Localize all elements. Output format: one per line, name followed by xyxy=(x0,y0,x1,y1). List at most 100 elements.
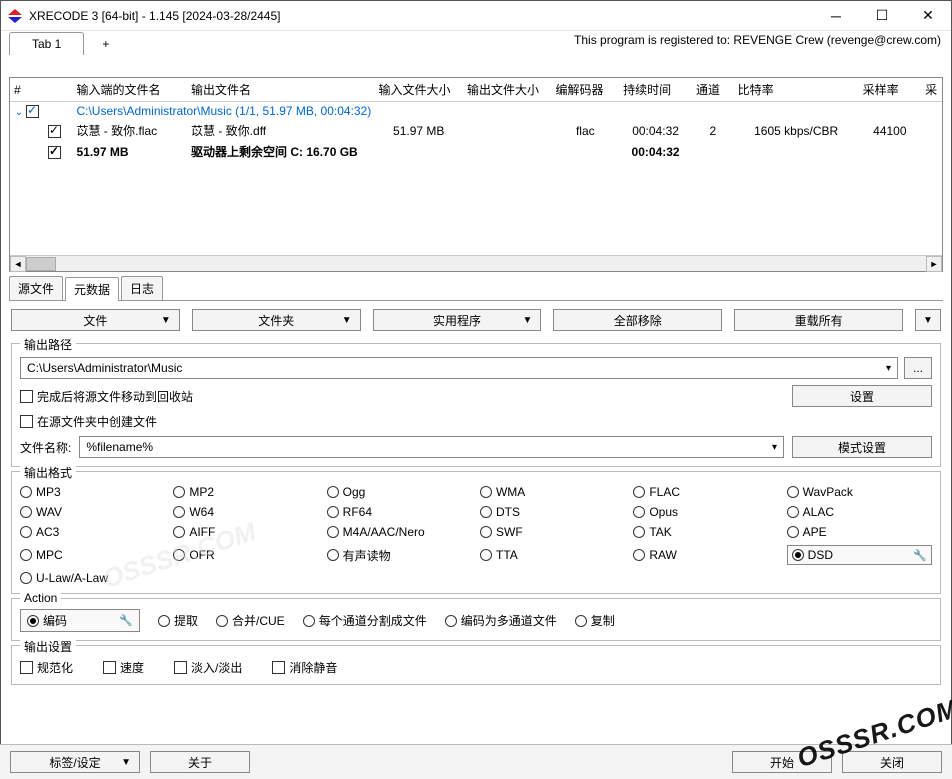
col-channels[interactable]: 通道 xyxy=(692,78,734,102)
dropdown-icon[interactable]: ▾ xyxy=(772,442,777,453)
col-input-size[interactable]: 输入文件大小 xyxy=(374,78,463,102)
format-radio-tta[interactable]: TTA xyxy=(480,545,625,565)
format-radio-aiff[interactable]: AIFF xyxy=(173,525,318,539)
create-in-src-checkbox[interactable] xyxy=(20,415,33,428)
pattern-settings-button[interactable]: 模式设置 xyxy=(792,436,932,458)
format-radio-swf[interactable]: SWF xyxy=(480,525,625,539)
format-label: ALAC xyxy=(803,505,834,519)
move-recycle-checkbox[interactable] xyxy=(20,390,33,403)
tree-collapse-icon[interactable]: ⌄ xyxy=(14,107,24,118)
more-button[interactable]: ▼ xyxy=(915,309,941,331)
action-radio-提取[interactable]: 提取 xyxy=(158,612,198,629)
dropdown-icon[interactable]: ▾ xyxy=(886,363,891,374)
remove-all-button[interactable]: 全部移除 xyxy=(553,309,722,331)
wrench-icon[interactable]: 🔧 xyxy=(119,614,133,627)
action-radio-复制[interactable]: 复制 xyxy=(575,612,615,629)
format-label: Opus xyxy=(649,505,678,519)
browse-button[interactable]: ... xyxy=(904,357,932,379)
col-output-size[interactable]: 输出文件大小 xyxy=(463,78,552,102)
format-radio-[interactable]: 有声读物 xyxy=(327,545,472,565)
checkbox-icon[interactable] xyxy=(103,661,116,674)
format-radio-dsd[interactable]: DSD🔧 xyxy=(787,545,932,565)
subtab-source[interactable]: 源文件 xyxy=(9,276,63,300)
col-extra[interactable]: 采 xyxy=(921,78,942,102)
horizontal-scrollbar[interactable]: ◄ ► xyxy=(10,255,942,271)
format-radio-mpc[interactable]: MPC xyxy=(20,545,165,565)
tab-1[interactable]: Tab 1 xyxy=(9,32,84,55)
subtab-log[interactable]: 日志 xyxy=(121,276,163,300)
radio-icon xyxy=(480,506,492,518)
about-button[interactable]: 关于 xyxy=(150,751,250,773)
reload-all-button[interactable]: 重载所有 xyxy=(734,309,903,331)
format-radio-m4aaacnero[interactable]: M4A/AAC/Nero xyxy=(327,525,472,539)
format-radio-wma[interactable]: WMA xyxy=(480,485,625,499)
col-input-fname[interactable]: 输入端的文件名 xyxy=(72,78,187,102)
settings-button[interactable]: 设置 xyxy=(792,385,932,407)
action-radio-编码为多通道文件[interactable]: 编码为多通道文件 xyxy=(445,612,557,629)
action-radio-每个通道分割成文件[interactable]: 每个通道分割成文件 xyxy=(303,612,427,629)
format-radio-ulaw[interactable] xyxy=(20,572,32,584)
format-radio-w64[interactable]: W64 xyxy=(173,505,318,519)
output-path-input[interactable]: C:\Users\Administrator\Music▾ xyxy=(20,357,898,379)
format-radio-ape[interactable]: APE xyxy=(787,525,932,539)
file-out-name: 苡慧 - 致你.dff xyxy=(187,120,374,141)
format-radio-raw[interactable]: RAW xyxy=(633,545,778,565)
summary-checkbox[interactable] xyxy=(48,146,61,159)
checkbox-icon[interactable] xyxy=(20,661,33,674)
format-radio-tak[interactable]: TAK xyxy=(633,525,778,539)
checkbox-icon[interactable] xyxy=(174,661,187,674)
col-codec[interactable]: 编解码器 xyxy=(551,78,619,102)
format-radio-dts[interactable]: DTS xyxy=(480,505,625,519)
format-radio-alac[interactable]: ALAC xyxy=(787,505,932,519)
format-radio-mp2[interactable]: MP2 xyxy=(173,485,318,499)
minimize-button[interactable]: ─ xyxy=(813,1,859,31)
utility-button[interactable]: 实用程序▼ xyxy=(373,309,542,331)
radio-icon xyxy=(633,526,645,538)
output-path-label: 输出路径 xyxy=(20,336,76,353)
format-radio-ac3[interactable]: AC3 xyxy=(20,525,165,539)
outset-checkbox-消除静音[interactable]: 消除静音 xyxy=(272,659,337,676)
format-radio-wavpack[interactable]: WavPack xyxy=(787,485,932,499)
filename-pattern-input[interactable]: %filename%▾ xyxy=(79,436,784,458)
file-grid[interactable]: # 输入端的文件名 输出文件名 输入文件大小 输出文件大小 编解码器 持续时间 … xyxy=(9,77,943,272)
format-radio-ofr[interactable]: OFR xyxy=(173,545,318,565)
folder-button[interactable]: 文件夹▼ xyxy=(192,309,361,331)
tags-settings-button[interactable]: 标签/设定▼ xyxy=(10,751,140,773)
close-button[interactable]: 关闭 xyxy=(842,751,942,773)
format-radio-flac[interactable]: FLAC xyxy=(633,485,778,499)
col-samplerate[interactable]: 采样率 xyxy=(859,78,921,102)
file-button[interactable]: 文件▼ xyxy=(11,309,180,331)
format-radio-mp3[interactable]: MP3 xyxy=(20,485,165,499)
format-radio-wav[interactable]: WAV xyxy=(20,505,165,519)
outset-label: 消除静音 xyxy=(289,659,337,676)
col-bitrate[interactable]: 比特率 xyxy=(734,78,859,102)
scroll-thumb[interactable] xyxy=(26,257,56,271)
col-duration[interactable]: 持续时间 xyxy=(619,78,692,102)
wrench-icon[interactable]: 🔧 xyxy=(913,549,927,562)
start-button[interactable]: 开始 xyxy=(732,751,832,773)
format-radio-rf64[interactable]: RF64 xyxy=(327,505,472,519)
format-radio-opus[interactable]: Opus xyxy=(633,505,778,519)
action-radio-编码[interactable]: 编码🔧 xyxy=(20,609,140,632)
subtab-metadata[interactable]: 元数据 xyxy=(65,277,119,301)
scroll-right-icon[interactable]: ► xyxy=(926,256,942,272)
col-output-fname[interactable]: 输出文件名 xyxy=(187,78,374,102)
outset-checkbox-规范化[interactable]: 规范化 xyxy=(20,659,73,676)
outset-checkbox-淡入/淡出[interactable]: 淡入/淡出 xyxy=(174,659,242,676)
folder-row[interactable]: ⌄ C:\Users\Administrator\Music (1/1, 51.… xyxy=(10,102,942,121)
maximize-button[interactable]: ☐ xyxy=(859,1,905,31)
col-num[interactable]: # xyxy=(10,78,72,102)
folder-checkbox[interactable] xyxy=(26,105,39,118)
scroll-left-icon[interactable]: ◄ xyxy=(10,256,26,272)
radio-icon xyxy=(787,526,799,538)
checkbox-icon[interactable] xyxy=(272,661,285,674)
radio-icon xyxy=(327,506,339,518)
action-radio-合并/CUE[interactable]: 合并/CUE xyxy=(216,612,285,629)
file-checkbox[interactable] xyxy=(48,125,61,138)
outset-label: 规范化 xyxy=(37,659,73,676)
file-row[interactable]: 苡慧 - 致你.flac 苡慧 - 致你.dff 51.97 MB flac 0… xyxy=(10,120,942,141)
close-window-button[interactable]: ✕ xyxy=(905,1,951,31)
format-radio-ogg[interactable]: Ogg xyxy=(327,485,472,499)
tab-add[interactable]: + xyxy=(88,33,123,55)
outset-checkbox-速度[interactable]: 速度 xyxy=(103,659,144,676)
